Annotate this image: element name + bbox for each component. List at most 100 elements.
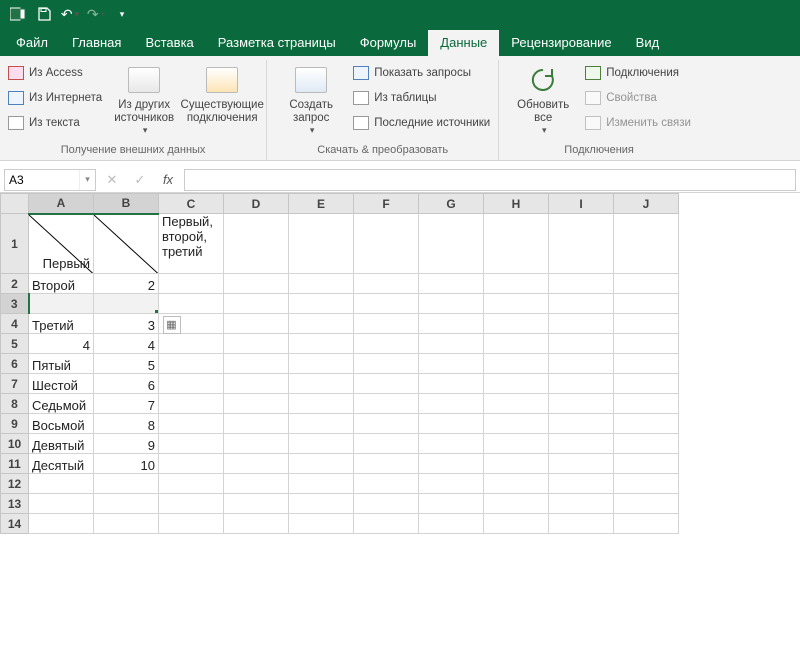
cell-F7[interactable]: [354, 374, 419, 394]
cell-D13[interactable]: [224, 494, 289, 514]
cell-B3[interactable]: [94, 294, 159, 314]
cell-E9[interactable]: [289, 414, 354, 434]
cell-E2[interactable]: [289, 274, 354, 294]
cell-E8[interactable]: [289, 394, 354, 414]
cell-J13[interactable]: [614, 494, 679, 514]
cell-I2[interactable]: [549, 274, 614, 294]
column-header-J[interactable]: J: [614, 194, 679, 214]
cell-A3[interactable]: [29, 294, 94, 314]
row-header-11[interactable]: 11: [1, 454, 29, 474]
cell-E13[interactable]: [289, 494, 354, 514]
cell-E14[interactable]: [289, 514, 354, 534]
cell-D10[interactable]: [224, 434, 289, 454]
cell-D7[interactable]: [224, 374, 289, 394]
cell-B9[interactable]: 8: [94, 414, 159, 434]
cell-I10[interactable]: [549, 434, 614, 454]
row-header-5[interactable]: 5: [1, 334, 29, 354]
cell-G12[interactable]: [419, 474, 484, 494]
cell-D6[interactable]: [224, 354, 289, 374]
cell-C10[interactable]: [159, 434, 224, 454]
cell-C11[interactable]: [159, 454, 224, 474]
cell-G11[interactable]: [419, 454, 484, 474]
column-header-A[interactable]: A: [29, 194, 94, 214]
cell-C6[interactable]: [159, 354, 224, 374]
cell-C13[interactable]: [159, 494, 224, 514]
cell-F12[interactable]: [354, 474, 419, 494]
cell-E1[interactable]: [289, 214, 354, 274]
cell-D8[interactable]: [224, 394, 289, 414]
cell-A8[interactable]: Седьмой: [29, 394, 94, 414]
enter-formula-button[interactable]: ✓: [128, 169, 152, 191]
insert-function-button[interactable]: fx: [156, 169, 180, 191]
cell-F9[interactable]: [354, 414, 419, 434]
cell-G14[interactable]: [419, 514, 484, 534]
cell-D2[interactable]: [224, 274, 289, 294]
column-header-H[interactable]: H: [484, 194, 549, 214]
new-query-button[interactable]: Создать запрос ▾: [275, 62, 347, 142]
column-header-I[interactable]: I: [549, 194, 614, 214]
cell-F8[interactable]: [354, 394, 419, 414]
column-header-C[interactable]: C: [159, 194, 224, 214]
cell-J14[interactable]: [614, 514, 679, 534]
cell-F11[interactable]: [354, 454, 419, 474]
cell-G3[interactable]: [419, 294, 484, 314]
cell-I7[interactable]: [549, 374, 614, 394]
column-header-G[interactable]: G: [419, 194, 484, 214]
cell-A6[interactable]: Пятый: [29, 354, 94, 374]
cell-E12[interactable]: [289, 474, 354, 494]
cell-J5[interactable]: [614, 334, 679, 354]
refresh-all-button[interactable]: Обновить все ▾: [507, 62, 579, 142]
cell-C2[interactable]: [159, 274, 224, 294]
cell-B12[interactable]: [94, 474, 159, 494]
cell-F6[interactable]: [354, 354, 419, 374]
cell-B6[interactable]: 5: [94, 354, 159, 374]
cell-I1[interactable]: [549, 214, 614, 274]
cell-B13[interactable]: [94, 494, 159, 514]
tab-page-layout[interactable]: Разметка страницы: [206, 30, 348, 56]
cell-A9[interactable]: Восьмой: [29, 414, 94, 434]
cell-H2[interactable]: [484, 274, 549, 294]
cell-F14[interactable]: [354, 514, 419, 534]
cell-D4[interactable]: [224, 314, 289, 334]
from-other-sources-button[interactable]: Из других источников ▾: [108, 62, 180, 142]
cell-B1[interactable]: [94, 214, 159, 274]
cell-G8[interactable]: [419, 394, 484, 414]
column-header-D[interactable]: D: [224, 194, 289, 214]
column-header-B[interactable]: B: [94, 194, 159, 214]
row-header-2[interactable]: 2: [1, 274, 29, 294]
cell-D1[interactable]: [224, 214, 289, 274]
spreadsheet-grid[interactable]: ABCDEFGHIJ1ПервыйПервый, второй, третий2…: [0, 193, 800, 655]
row-header-7[interactable]: 7: [1, 374, 29, 394]
cell-H4[interactable]: [484, 314, 549, 334]
cell-B14[interactable]: [94, 514, 159, 534]
cell-B2[interactable]: 2: [94, 274, 159, 294]
row-header-13[interactable]: 13: [1, 494, 29, 514]
column-header-F[interactable]: F: [354, 194, 419, 214]
cell-E7[interactable]: [289, 374, 354, 394]
cell-A2[interactable]: Второй: [29, 274, 94, 294]
row-header-8[interactable]: 8: [1, 394, 29, 414]
cell-G6[interactable]: [419, 354, 484, 374]
cell-C9[interactable]: [159, 414, 224, 434]
cell-D11[interactable]: [224, 454, 289, 474]
cell-C3[interactable]: [159, 294, 224, 314]
cell-F13[interactable]: [354, 494, 419, 514]
column-header-E[interactable]: E: [289, 194, 354, 214]
cell-I8[interactable]: [549, 394, 614, 414]
cancel-formula-button[interactable]: ✕: [100, 169, 124, 191]
properties-button[interactable]: Свойства: [585, 87, 691, 109]
cell-F10[interactable]: [354, 434, 419, 454]
cell-F5[interactable]: [354, 334, 419, 354]
cell-D5[interactable]: [224, 334, 289, 354]
cell-E4[interactable]: [289, 314, 354, 334]
tab-home[interactable]: Главная: [60, 30, 133, 56]
select-all-corner[interactable]: [1, 194, 29, 214]
save-button[interactable]: [32, 3, 56, 25]
autofill-options-button[interactable]: ▦: [163, 316, 181, 334]
cell-H11[interactable]: [484, 454, 549, 474]
cell-H8[interactable]: [484, 394, 549, 414]
cell-I5[interactable]: [549, 334, 614, 354]
cell-B8[interactable]: 7: [94, 394, 159, 414]
undo-button[interactable]: ↶▾: [58, 3, 82, 25]
cell-G4[interactable]: [419, 314, 484, 334]
